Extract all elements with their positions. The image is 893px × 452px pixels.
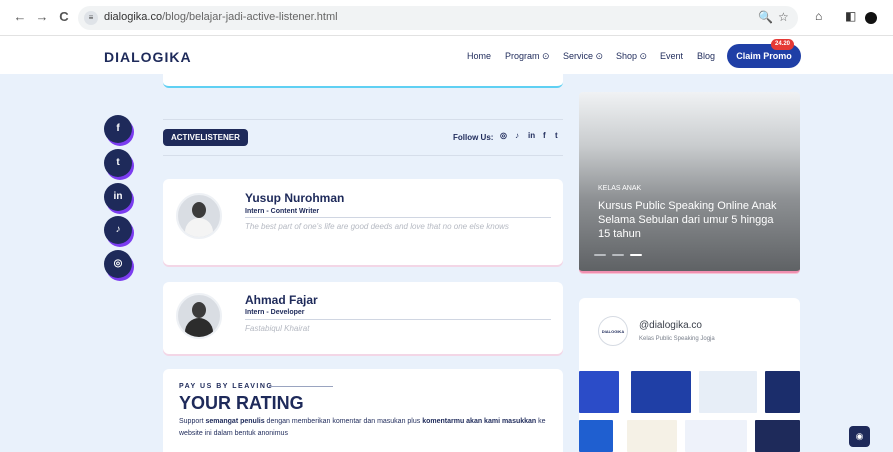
instagram-avatar[interactable]: DIALOGIKA [598,316,628,346]
kicker-line [269,386,333,387]
rating-card: PAY US BY LEAVING YOUR RATING Support se… [163,369,563,452]
course-category: KELAS ANAK [598,185,642,192]
author-name: Ahmad Fajar [245,293,318,307]
follow-facebook-icon[interactable]: f [543,131,546,140]
site-settings-icon[interactable]: ≡ [84,11,98,25]
back-icon[interactable]: ← [12,9,28,25]
tiktok-icon[interactable]: ♪ [104,216,132,244]
zoom-icon[interactable]: 🔍 [758,10,773,24]
author-divider [245,319,551,320]
author-name: Yusup Nurohman [245,191,345,205]
extensions-icon[interactable]: ⌂ [815,9,822,23]
slider-dot[interactable] [612,254,624,256]
rating-text-1: Support [179,418,206,425]
url-text[interactable]: dialogika.co/blog/belajar-jadi-active-li… [104,11,338,23]
instagram-post-tile[interactable] [579,371,619,413]
author-quote: The best part of one's life are good dee… [245,222,509,231]
avatar [176,193,222,239]
instagram-post-tile[interactable] [579,420,613,452]
avatar-head [192,202,206,218]
instagram-icon[interactable]: ◎ [104,250,132,278]
instagram-feed-card: DIALOGIKA @dialogika.co Kelas Public Spe… [579,298,800,452]
instagram-post-tile[interactable] [685,420,747,452]
article-card-bottom [163,74,563,88]
url-host: dialogika.co [104,11,163,23]
rating-description: Support semangat penulis dengan memberik… [179,416,549,440]
follow-us-label: Follow Us: [453,133,494,142]
avatar [176,293,222,339]
follow-instagram-icon[interactable]: ◎ [500,131,507,140]
twitter-icon[interactable]: t [104,149,132,177]
instagram-post-tile[interactable] [627,420,677,452]
rating-text-2: semangat penulis [205,418,265,425]
author-card: Ahmad Fajar Intern - Developer Fastabiqu… [163,282,563,354]
menu-home[interactable]: Home [467,51,491,61]
author-divider [245,217,551,218]
rating-text-4: komentarmu akan kami masukkan [422,418,537,425]
address-bar[interactable]: ≡ dialogika.co/blog/belajar-jadi-active-… [78,6,798,30]
avatar-body [185,218,213,237]
divider [163,155,563,156]
promo-timer-badge: 24.20 [771,39,795,50]
rating-kicker: PAY US BY LEAVING [179,383,274,390]
author-quote: Fastabiqul Khairat [245,324,310,333]
instagram-post-tile[interactable] [755,420,800,452]
sidepanel-icon[interactable]: ◧ [845,9,856,23]
author-role: Intern - Developer [245,309,305,316]
url-path: /blog/belajar-jadi-active-listener.html [162,11,338,23]
menu-program[interactable]: Program ⊙ [505,51,550,62]
follow-tiktok-icon[interactable]: ♪ [515,131,519,140]
slider-dot-active[interactable] [630,254,642,256]
course-title[interactable]: Kursus Public Speaking Online Anak Selam… [598,199,788,241]
divider [163,119,563,120]
bookmark-star-icon[interactable]: ☆ [778,10,789,24]
browser-toolbar: ← → C ≡ dialogika.co/blog/belajar-jadi-a… [0,0,893,36]
linkedin-icon[interactable]: in [104,183,132,211]
facebook-icon[interactable]: f [104,115,132,143]
follow-twitter-icon[interactable]: t [555,131,558,140]
slider-dot[interactable] [594,254,606,256]
site-header: DIALOGIKA Home Program ⊙ Service ⊙ Shop … [0,36,893,74]
rating-title: YOUR RATING [179,393,304,413]
instagram-subtitle: Kelas Public Speaking Jogja [639,336,715,342]
reload-icon[interactable]: C [56,9,72,25]
site-logo[interactable]: DIALOGIKA [104,49,192,65]
author-card: Yusup Nurohman Intern - Content Writer T… [163,179,563,265]
menu-event[interactable]: Event [660,51,683,61]
instagram-post-tile[interactable] [699,371,757,413]
menu-service[interactable]: Service ⊙ [563,51,603,62]
rating-text-3: dengan memberikan komentar dan masukan p… [264,418,423,425]
avatar-body [185,318,213,337]
forward-icon[interactable]: → [34,9,50,25]
menu-shop[interactable]: Shop ⊙ [616,51,647,62]
instagram-post-tile[interactable] [765,371,800,413]
avatar-head [192,302,206,318]
menu-blog[interactable]: Blog [697,51,715,61]
follow-linkedin-icon[interactable]: in [528,131,535,140]
instagram-post-tile[interactable] [631,371,691,413]
chat-icon[interactable]: ◉ [849,426,870,447]
course-slider-card[interactable]: KELAS ANAK Kursus Public Speaking Online… [579,92,800,273]
profile-avatar[interactable] [865,12,877,24]
instagram-handle[interactable]: @dialogika.co [639,320,702,331]
author-role: Intern - Content Writer [245,208,320,215]
article-tag[interactable]: ACTIVELISTENER [163,129,248,146]
